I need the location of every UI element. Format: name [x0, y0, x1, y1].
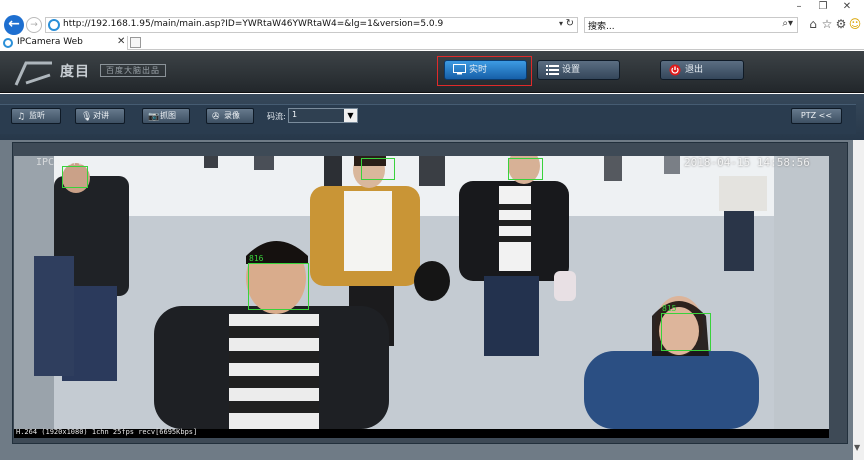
- face-box-816: 816: [248, 254, 309, 310]
- face-id-label: 818: [362, 156, 376, 158]
- face-id-label: 817: [509, 156, 523, 158]
- intercom-label: 对讲: [93, 111, 109, 120]
- video-scene: [14, 156, 829, 429]
- search-placeholder: 搜索...: [588, 22, 615, 32]
- logout-label: 退出: [685, 65, 704, 75]
- face-box-815: 815: [661, 304, 711, 351]
- video-status-bar: H.264 (1920x1080) 1chn 25fps recv[6695Kb…: [14, 428, 829, 438]
- face-id-label: 815: [662, 304, 677, 313]
- window-titlebar: – ❐ ✕: [0, 0, 864, 14]
- settings-label: 设置: [562, 65, 581, 75]
- search-input[interactable]: 搜索... ⌕▾: [584, 17, 798, 33]
- settings-button[interactable]: 设置: [537, 60, 620, 80]
- face-box-818: 818: [361, 156, 395, 180]
- ie-icon: [48, 19, 60, 31]
- record-reel-icon: ✇: [212, 112, 220, 122]
- osd-timestamp: 2018-04-15 14:58:56: [684, 156, 810, 169]
- search-icon[interactable]: ⌕▾: [782, 18, 793, 29]
- chevron-down-icon[interactable]: ▼: [344, 109, 357, 122]
- tab-ipcamera[interactable]: IPCamera Web ✕: [0, 36, 128, 50]
- app-header: 度目 百度大脑出品 实时 设置 退出: [0, 51, 864, 93]
- restore-button[interactable]: ❐: [812, 0, 834, 14]
- logo-text: 度目: [60, 64, 90, 80]
- ie-tab-icon: [3, 38, 13, 48]
- stream-select[interactable]: 1 ▼: [288, 108, 358, 123]
- list-icon: [546, 64, 559, 82]
- logo-subtitle: 百度大脑出品: [100, 64, 166, 77]
- listen-label: 监听: [29, 111, 45, 120]
- back-icon[interactable]: ←: [4, 15, 24, 35]
- ptz-toggle-button[interactable]: PTZ <<: [791, 108, 842, 124]
- address-bar[interactable]: http://192.168.1.95/main/main.asp?ID=YWR…: [45, 17, 578, 33]
- tab-title: IPCamera Web: [17, 37, 83, 47]
- home-icon[interactable]: ⌂: [806, 17, 820, 31]
- stream-label: 码流:: [267, 112, 286, 121]
- minimize-button[interactable]: –: [788, 0, 810, 14]
- stream-status-text: H.264 (1920x1080) 1chn 25fps recv[6695Kb…: [16, 428, 198, 436]
- browser-navbar: ← → http://192.168.1.95/main/main.asp?ID…: [0, 14, 864, 36]
- settings-gear-icon[interactable]: ⚙: [834, 17, 848, 31]
- close-window-button[interactable]: ✕: [836, 0, 858, 14]
- snapshot-button[interactable]: 📷 抓图: [142, 108, 190, 124]
- refresh-icon[interactable]: ↻: [566, 18, 574, 29]
- face-box-a: [62, 166, 88, 188]
- microphone-icon: 🎙: [81, 112, 93, 122]
- logout-button[interactable]: 退出: [660, 60, 744, 80]
- favorites-star-icon[interactable]: ☆: [820, 17, 834, 31]
- video-frame: IPCamera 2018-04-15 14:58:56 818 817 816…: [0, 140, 864, 460]
- camera-icon: 📷: [148, 112, 160, 122]
- toolbar-panel: [0, 104, 856, 134]
- record-label: 录像: [224, 111, 240, 120]
- power-icon: [669, 64, 681, 83]
- smiley-feedback-icon[interactable]: ☺: [848, 17, 862, 31]
- tab-bar: IPCamera Web ✕: [0, 36, 864, 50]
- forward-icon[interactable]: →: [26, 17, 42, 33]
- scroll-down-icon[interactable]: ▼: [854, 443, 860, 452]
- listen-button[interactable]: ♫ 监听: [11, 108, 61, 124]
- video-toolbar: ♫ 监听 🎙 对讲 📷 抓图 ✇ 录像 码流: 1 ▼ PTZ <<: [0, 94, 864, 140]
- record-button[interactable]: ✇ 录像: [206, 108, 254, 124]
- headphones-icon: ♫: [17, 112, 26, 122]
- logo-icon: [14, 61, 52, 86]
- face-id-label: 816: [249, 254, 264, 263]
- snapshot-label: 抓图: [160, 111, 176, 120]
- tab-close-icon[interactable]: ✕: [117, 36, 125, 47]
- video-stream[interactable]: IPCamera 2018-04-15 14:58:56 818 817 816…: [14, 156, 829, 429]
- url-text[interactable]: http://192.168.1.95/main/main.asp?ID=YWR…: [63, 19, 443, 29]
- address-dropdown-icon[interactable]: ▾: [559, 19, 563, 28]
- new-tab-button[interactable]: [130, 37, 141, 48]
- stream-value: 1: [292, 110, 298, 119]
- face-box-817: 817: [508, 156, 543, 180]
- vertical-scrollbar[interactable]: ▼: [853, 140, 864, 460]
- live-button-highlight: [437, 56, 532, 86]
- intercom-button[interactable]: 🎙 对讲: [75, 108, 125, 124]
